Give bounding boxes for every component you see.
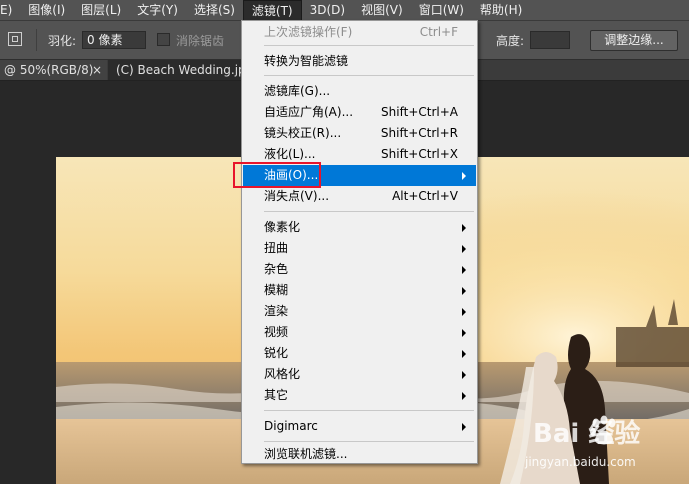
menu-separator	[264, 211, 474, 212]
shortcut-label: Shift+Ctrl+A	[381, 105, 458, 119]
menu-item-browse-online-filters[interactable]: 浏览联机滤镜...	[243, 444, 476, 465]
height-input[interactable]	[530, 31, 570, 49]
shortcut-label: Shift+Ctrl+R	[380, 126, 458, 140]
submenu-arrow-icon	[462, 329, 466, 337]
menu-item-other[interactable]: 其它	[243, 385, 476, 406]
document-tab-active[interactable]: (C) Beach Wedding.jpg @	[108, 60, 248, 80]
watermark-brand: Bai 经验	[533, 419, 641, 449]
menu-item-label: 自适应广角(A)...	[264, 105, 354, 119]
menu-item-filter-gallery[interactable]: 滤镜库(G)...	[243, 81, 476, 102]
menu-item-label: 像素化	[264, 220, 301, 234]
submenu-arrow-icon	[462, 172, 466, 180]
filter-menu-dropdown: 上次滤镜操作(F) Ctrl+F 转换为智能滤镜 滤镜库(G)... 自适应广角…	[241, 20, 478, 464]
feather-label: 羽化:	[48, 34, 77, 48]
menu-edit[interactable]: E)	[0, 0, 20, 20]
menu-item-label: 风格化	[264, 367, 301, 381]
submenu-arrow-icon	[462, 423, 466, 431]
menu-item-label: 模糊	[264, 283, 289, 297]
menu-separator	[264, 45, 474, 46]
shortcut-label: Alt+Ctrl+V	[392, 189, 458, 203]
submenu-arrow-icon	[462, 287, 466, 295]
menu-item-label: 上次滤镜操作(F)	[264, 25, 353, 39]
menu-item-distort[interactable]: 扭曲	[243, 238, 476, 259]
menu-item-digimarc[interactable]: Digimarc	[243, 416, 476, 437]
tab-title: (C) Beach Wedding.jpg @	[116, 63, 248, 77]
menu-item-label: 液化(L)...	[264, 147, 316, 161]
menu-select[interactable]: 选择(S)	[186, 0, 243, 20]
menu-item-lens-correction[interactable]: 镜头校正(R)... Shift+Ctrl+R	[243, 123, 476, 144]
menu-item-noise[interactable]: 杂色	[243, 259, 476, 280]
shortcut-label: Ctrl+F	[419, 25, 458, 39]
menu-item-label: 滤镜库(G)...	[264, 84, 331, 98]
feather-input[interactable]: 0 像素	[82, 31, 146, 49]
menu-separator	[264, 75, 474, 76]
submenu-arrow-icon	[462, 245, 466, 253]
antialias-checkbox[interactable]	[157, 33, 170, 46]
shortcut-label: Shift+Ctrl+X	[381, 147, 458, 161]
menu-item-last-filter[interactable]: 上次滤镜操作(F) Ctrl+F	[243, 22, 476, 43]
menu-item-label: 扭曲	[264, 241, 289, 255]
menu-item-label: 视频	[264, 325, 289, 339]
menu-bar: E) 图像(I) 图层(L) 文字(Y) 选择(S) 滤镜(T) 3D(D) 视…	[0, 0, 689, 21]
menu-item-stylize[interactable]: 风格化	[243, 364, 476, 385]
watermark-url: jingyan.baidu.com	[525, 455, 636, 469]
menu-layer[interactable]: 图层(L)	[73, 0, 129, 20]
menu-item-label: 转换为智能滤镜	[264, 54, 349, 68]
submenu-arrow-icon	[462, 266, 466, 274]
menu-filter[interactable]: 滤镜(T)	[242, 0, 302, 20]
document-tab[interactable]: @ 50%(RGB/8) ×	[0, 60, 107, 80]
menu-item-label: 渲染	[264, 304, 289, 318]
submenu-arrow-icon	[462, 308, 466, 316]
menu-image[interactable]: 图像(I)	[20, 0, 73, 20]
menu-window[interactable]: 窗口(W)	[411, 0, 472, 20]
menu-item-label: 镜头校正(R)...	[264, 126, 342, 140]
refine-edge-button[interactable]: 调整边缘...	[590, 30, 678, 51]
submenu-arrow-icon	[462, 371, 466, 379]
menu-item-sharpen[interactable]: 锐化	[243, 343, 476, 364]
selection-mode-icon[interactable]	[8, 32, 22, 46]
submenu-arrow-icon	[462, 350, 466, 358]
menu-help[interactable]: 帮助(H)	[472, 0, 530, 20]
menu-type[interactable]: 文字(Y)	[129, 0, 186, 20]
paw-icon	[590, 415, 616, 445]
height-label: 高度:	[496, 34, 525, 48]
menu-item-pixelate[interactable]: 像素化	[243, 217, 476, 238]
menu-item-video[interactable]: 视频	[243, 322, 476, 343]
menu-item-adaptive-wide-angle[interactable]: 自适应广角(A)... Shift+Ctrl+A	[243, 102, 476, 123]
menu-item-label: 其它	[264, 388, 289, 402]
menu-item-blur[interactable]: 模糊	[243, 280, 476, 301]
menu-view[interactable]: 视图(V)	[353, 0, 411, 20]
antialias-label: 消除锯齿	[176, 34, 225, 48]
menu-item-label: Digimarc	[264, 419, 318, 433]
menu-item-label: 杂色	[264, 262, 289, 276]
menu-item-label: 浏览联机滤镜...	[264, 447, 348, 461]
menu-separator	[264, 410, 474, 411]
menu-item-convert-smart-filter[interactable]: 转换为智能滤镜	[243, 51, 476, 72]
submenu-arrow-icon	[462, 224, 466, 232]
baidu-jingyan-watermark: Bai 经验 jingyan.baidu.com	[525, 413, 685, 481]
annotation-highlight-box	[233, 162, 321, 188]
menu-item-render[interactable]: 渲染	[243, 301, 476, 322]
tab-title: @ 50%(RGB/8)	[4, 63, 94, 77]
menu-3d[interactable]: 3D(D)	[302, 0, 353, 20]
menu-item-vanishing-point[interactable]: 消失点(V)... Alt+Ctrl+V	[243, 186, 476, 207]
toolbar-divider	[36, 29, 37, 51]
submenu-arrow-icon	[462, 392, 466, 400]
close-icon[interactable]: ×	[92, 60, 102, 80]
menu-item-label: 消失点(V)...	[264, 189, 330, 203]
menu-separator	[264, 441, 474, 442]
menu-item-label: 锐化	[264, 346, 289, 360]
